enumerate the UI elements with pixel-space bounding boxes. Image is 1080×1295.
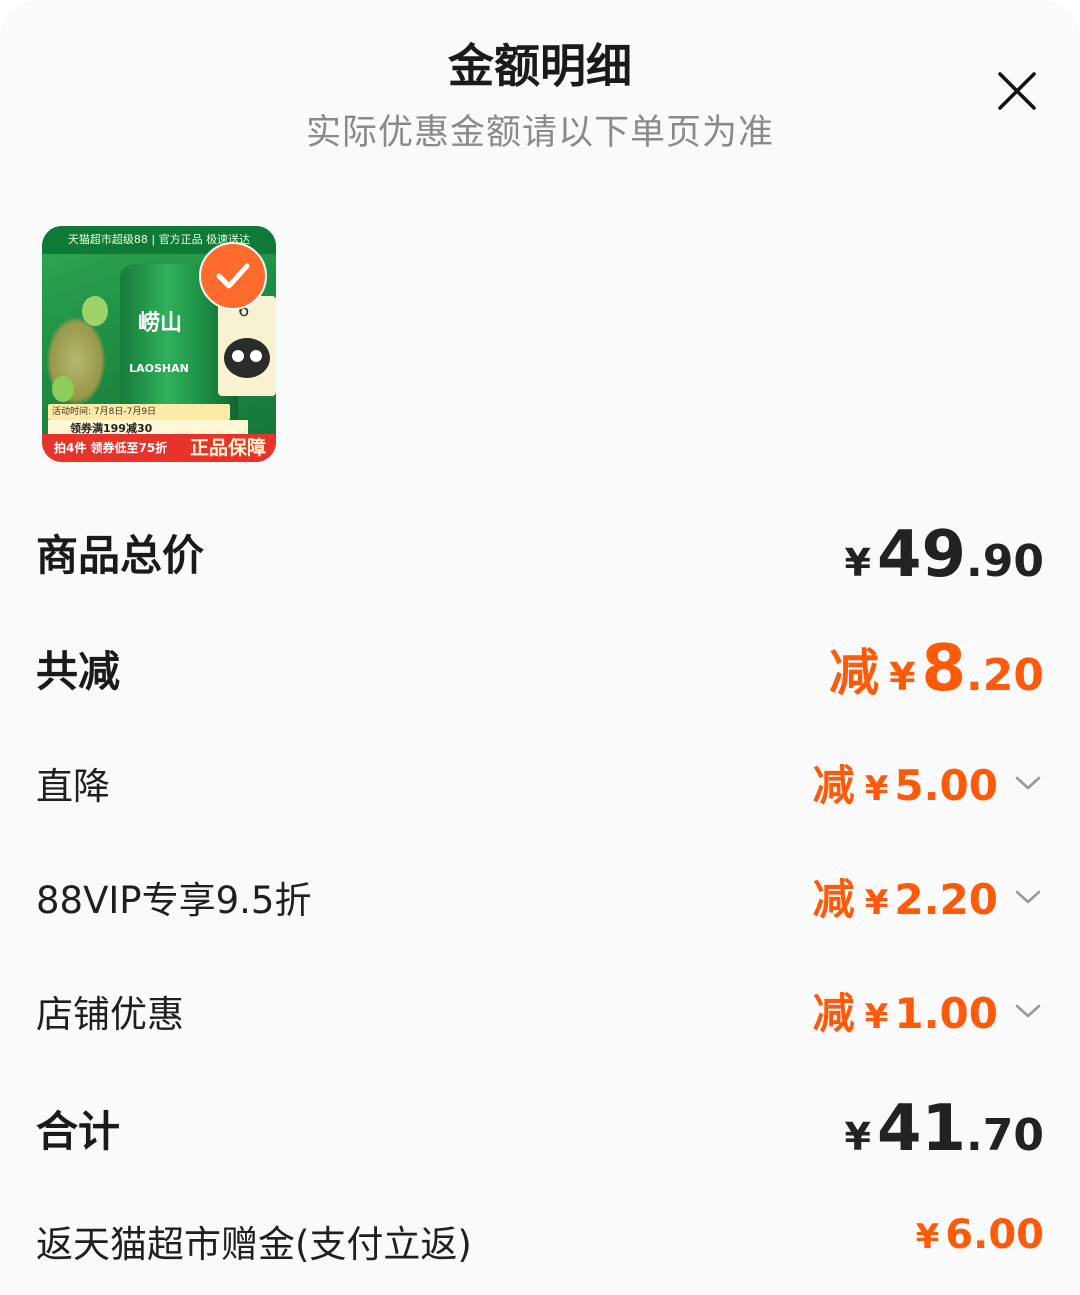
price-decimal: .70 (966, 1110, 1044, 1161)
price-decimal: .90 (966, 536, 1044, 587)
row-rebate: 返天猫超市赠金(支付立返) ¥ 6.00 (36, 1212, 1044, 1268)
discount-amount: 1.00 (894, 989, 998, 1038)
row-total-discount: 共减 减 ¥ 8 .20 (36, 632, 1044, 706)
discount-prefix: 减 (812, 875, 855, 924)
currency-symbol: ¥ (864, 883, 889, 923)
vip-discount-value[interactable]: 减 ¥ 2.20 (813, 866, 1044, 927)
currency-symbol: ¥ (889, 655, 916, 699)
store-discount-label: 店铺优惠 (36, 993, 184, 1036)
chevron-down-icon[interactable] (1014, 773, 1042, 793)
amount-detail-sheet: 金额明细 实际优惠金额请以下单页为准 天猫超市超级88 | 官方正品 极速送达 … (0, 0, 1080, 1295)
total-price-value: ¥ 49 .90 (845, 518, 1044, 592)
currency-symbol: ¥ (864, 769, 889, 809)
discount-prefix: 减 (812, 989, 855, 1038)
page-subtitle: 实际优惠金额请以下单页为准 (305, 113, 774, 153)
discount-amount: 5.00 (894, 761, 998, 810)
currency-symbol: ¥ (915, 1217, 940, 1257)
close-icon[interactable] (996, 70, 1038, 112)
activity-date: 活动时间: 7月8日-7月9日 (48, 404, 230, 420)
currency-symbol: ¥ (864, 997, 889, 1037)
chevron-down-icon[interactable] (1014, 1001, 1042, 1021)
price-decimal: .20 (966, 650, 1044, 701)
row-direct-discount[interactable]: 直降 减 ¥ 5.00 (36, 752, 1044, 810)
row-store-discount[interactable]: 店铺优惠 减 ¥ 1.00 (36, 980, 1044, 1038)
check-icon[interactable] (199, 242, 267, 310)
currency-symbol: ¥ (844, 541, 871, 585)
deal-text: 拍4件 领券低至75折 (54, 441, 168, 455)
price-integer: 41 (876, 1092, 967, 1166)
price-integer: 49 (876, 518, 967, 592)
discount-amount: 2.20 (894, 875, 998, 924)
rebate-label: 返天猫超市赠金(支付立返) (36, 1223, 472, 1266)
total-discount-label: 共减 (36, 647, 121, 696)
discount-prefix: 减 (812, 761, 855, 810)
rebate-amount: 6.00 (945, 1212, 1044, 1258)
chevron-down-icon[interactable] (1014, 887, 1042, 907)
store-discount-value[interactable]: 减 ¥ 1.00 (813, 980, 1044, 1041)
price-integer: 8 (921, 632, 967, 706)
page-title: 金额明细 (448, 39, 632, 93)
sum-value: ¥ 41 .70 (845, 1092, 1044, 1166)
total-discount-value: 减 ¥ 8 .20 (829, 632, 1044, 706)
vip-discount-label: 88VIP专享9.5折 (36, 879, 312, 922)
rebate-value: ¥ 6.00 (916, 1212, 1044, 1258)
product-thumbnail[interactable]: 天猫超市超级88 | 官方正品 极速送达 崂山 LAOSHAN 6 活动时间: … (42, 226, 276, 462)
row-sum: 合计 ¥ 41 .70 (36, 1092, 1044, 1166)
direct-discount-label: 直降 (36, 765, 110, 808)
hop-decoration (52, 376, 74, 402)
hop-decoration (82, 296, 108, 326)
sum-label: 合计 (36, 1107, 121, 1156)
tmall-cat-logo (224, 338, 270, 378)
deal-banner: 拍4件 领券低至75折 正品保障 (42, 434, 276, 462)
row-vip-discount[interactable]: 88VIP专享9.5折 减 ¥ 2.20 (36, 866, 1044, 924)
can-brand: 崂山 (137, 311, 182, 336)
can-brand-en: LAOSHAN (129, 362, 189, 375)
direct-discount-value[interactable]: 减 ¥ 5.00 (813, 752, 1044, 813)
total-price-label: 商品总价 (36, 531, 205, 580)
currency-symbol: ¥ (844, 1115, 871, 1159)
row-total-price: 商品总价 ¥ 49 .90 (36, 518, 1044, 592)
guarantee-text: 正品保障 (189, 437, 266, 459)
discount-prefix: 减 (829, 644, 880, 702)
